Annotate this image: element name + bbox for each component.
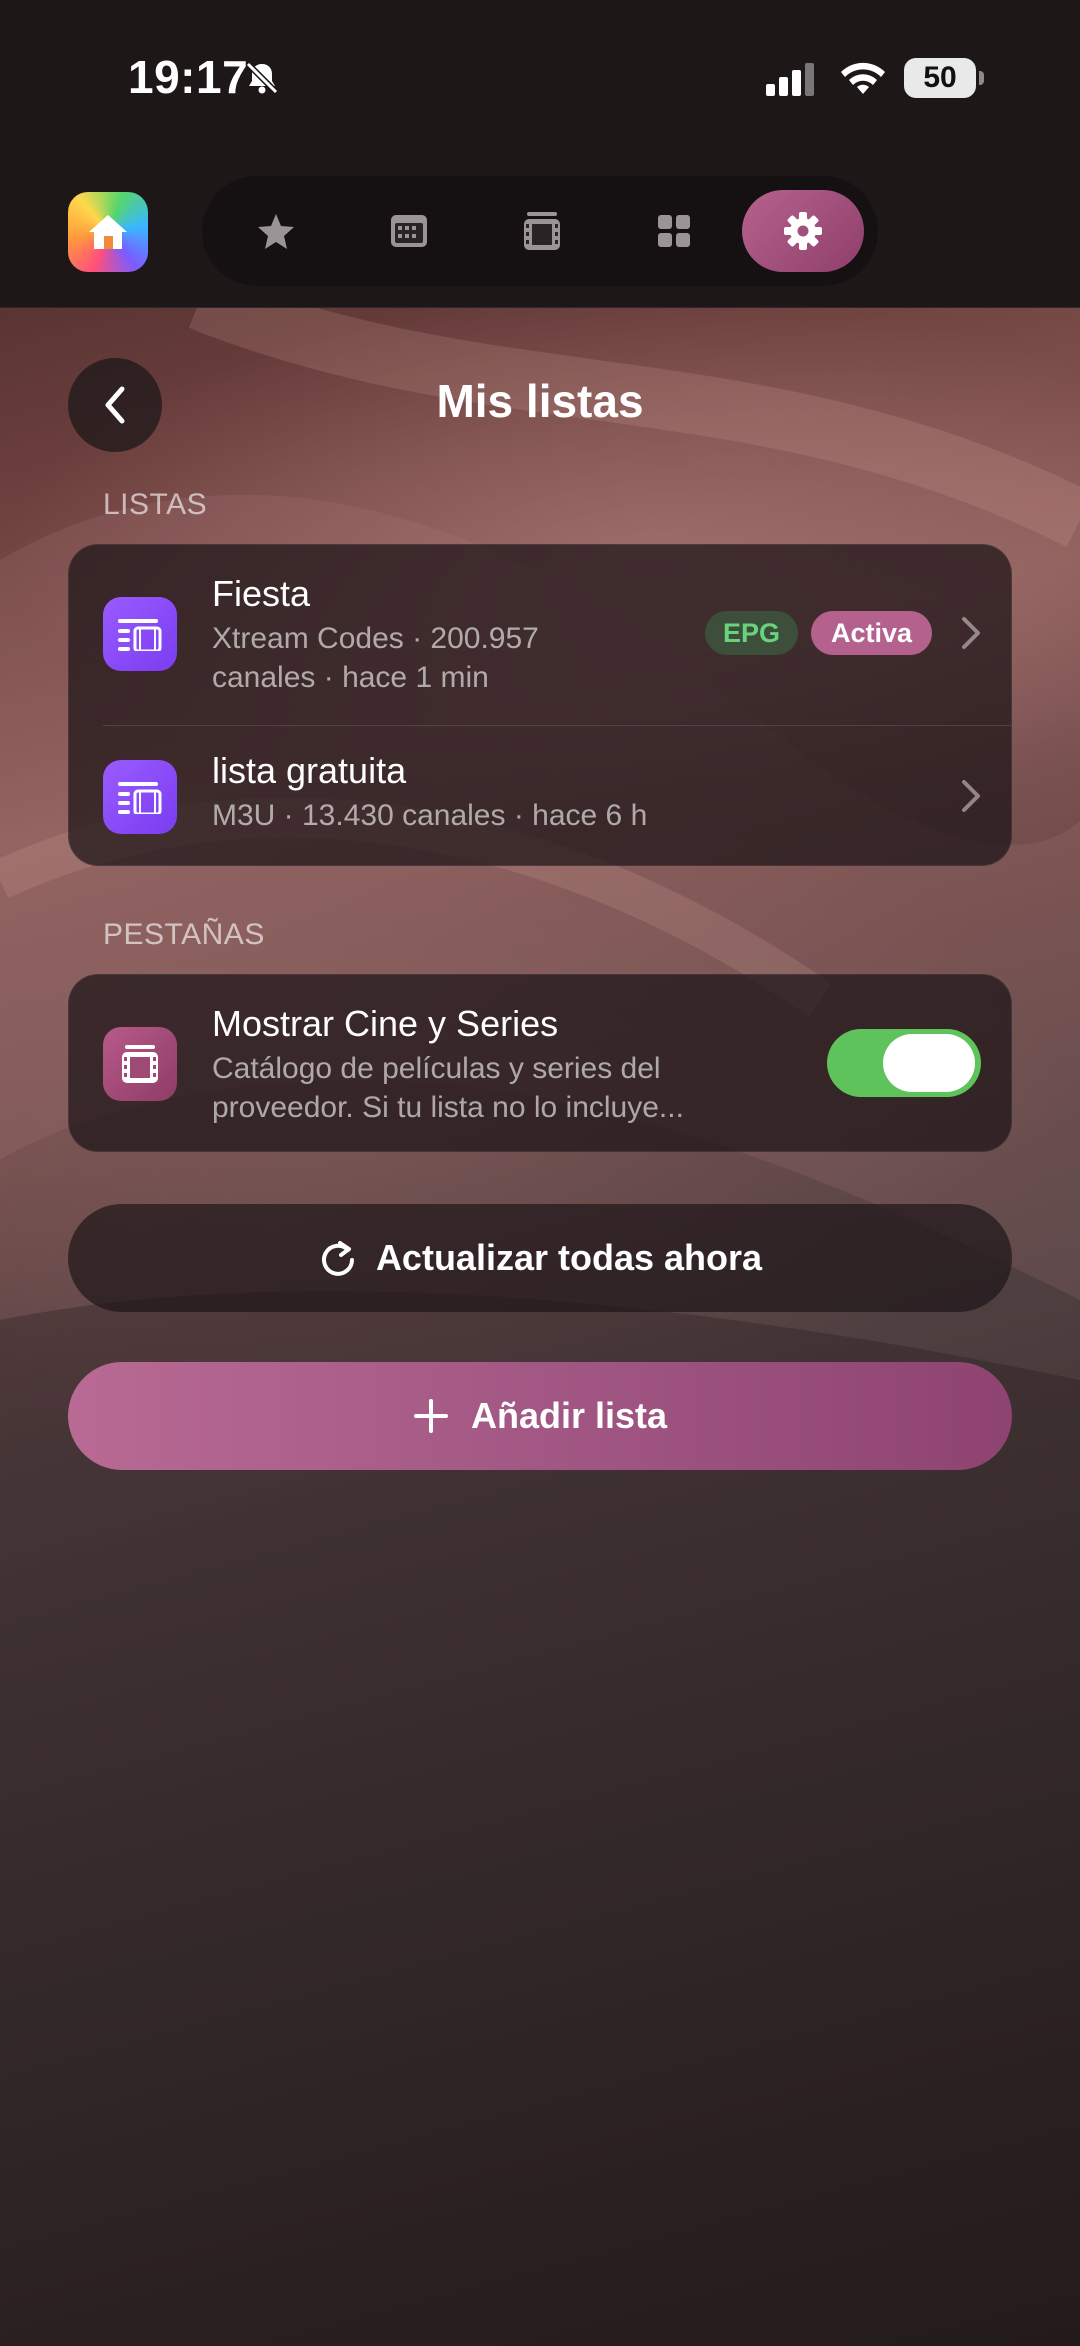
- setting-desc-line1: Catálogo de películas y series del: [212, 1052, 661, 1085]
- playlist-icon: [103, 597, 177, 671]
- list-film-icon: [118, 619, 162, 651]
- background-image: [0, 0, 1080, 2346]
- list-subtitle-line2: canales · hace 1 min: [212, 661, 489, 694]
- cinema-setting-icon: [103, 1027, 177, 1101]
- status-time: 19:17: [128, 51, 249, 103]
- plus-icon: [413, 1399, 448, 1433]
- nav-cinema[interactable]: [494, 190, 590, 272]
- nav-guide[interactable]: [361, 190, 457, 272]
- film-icon: [524, 212, 560, 250]
- epg-badge: EPG: [705, 611, 799, 655]
- show-cinema-series-toggle[interactable]: [827, 1029, 981, 1097]
- film-icon: [122, 1045, 158, 1083]
- toggle-knob: [883, 1034, 975, 1092]
- setting-row-cine-series: Mostrar Cine y Series Catálogo de pelícu…: [69, 975, 1013, 1153]
- active-badge: Activa: [811, 611, 933, 655]
- star-icon: [258, 214, 294, 249]
- signal-icon: [766, 63, 814, 96]
- house-icon: [89, 215, 127, 249]
- refresh-all-button[interactable]: Actualizar todas ahora: [68, 1204, 1012, 1312]
- page-title: Mis listas: [436, 375, 644, 427]
- list-subtitle-line1: Xtream Codes · 200.957: [212, 622, 539, 655]
- nav-grid[interactable]: [626, 190, 722, 272]
- setting-desc-line2: proveedor. Si tu lista no lo incluye...: [212, 1091, 684, 1124]
- battery-icon: 50: [904, 58, 984, 98]
- lists-card: Fiesta Xtream Codes · 200.957 canales · …: [68, 544, 1012, 866]
- background-texture: [0, 272, 1080, 2346]
- nav-favorites[interactable]: [228, 190, 324, 272]
- playlist-icon: [103, 760, 177, 834]
- setting-title: Mostrar Cine y Series: [212, 1003, 559, 1044]
- section-label-lists: LISTAS: [103, 488, 208, 521]
- list-item-lista-gratuita[interactable]: lista gratuita M3U · 13.430 canales · ha…: [69, 726, 1013, 866]
- chevron-right-icon: [962, 617, 980, 649]
- top-bar: 19:17 50: [0, 0, 1080, 308]
- add-list-label: Añadir lista: [470, 1395, 668, 1436]
- list-subtitle-line1: M3U · 13.430 canales · hace 6 h: [212, 799, 648, 832]
- refresh-icon: [321, 1241, 354, 1276]
- tabs-card: Mostrar Cine y Series Catálogo de pelícu…: [68, 974, 1012, 1152]
- nav-settings[interactable]: [742, 190, 864, 272]
- home-app-button[interactable]: [68, 192, 148, 272]
- grid-icon: [658, 215, 690, 247]
- list-film-icon: [118, 782, 162, 814]
- refresh-all-label: Actualizar todas ahora: [375, 1237, 763, 1278]
- section-label-tabs: PESTAÑAS: [103, 918, 265, 951]
- list-title: Fiesta: [212, 573, 311, 614]
- add-list-button[interactable]: Añadir lista: [68, 1362, 1012, 1470]
- wifi-icon: [841, 62, 885, 94]
- gear-icon: [784, 212, 822, 250]
- list-item-fiesta[interactable]: Fiesta Xtream Codes · 200.957 canales · …: [69, 545, 1013, 725]
- chevron-right-icon: [962, 780, 980, 812]
- calendar-grid-icon: [391, 215, 427, 247]
- bell-slash-icon: [245, 61, 279, 95]
- list-title: lista gratuita: [212, 750, 407, 791]
